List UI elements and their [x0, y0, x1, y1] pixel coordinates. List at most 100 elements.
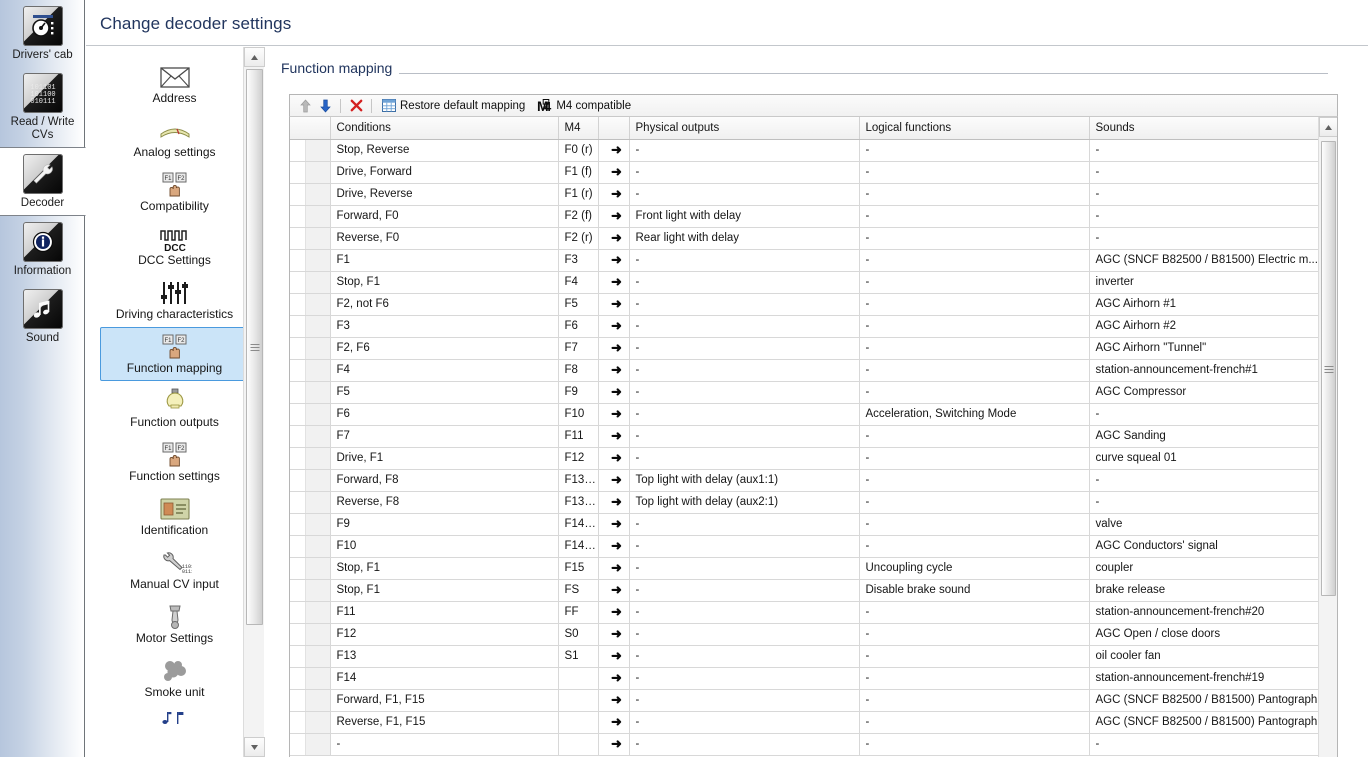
nav-item-dcc-settings[interactable]: DCC DCC Settings [100, 219, 250, 273]
cell-sounds[interactable]: brake release [1089, 579, 1320, 602]
nav-scrollbar[interactable] [243, 47, 265, 757]
table-row[interactable]: F14 ➜ - - station-announcement-french#19 [290, 667, 1320, 690]
cell-sounds[interactable]: station-announcement-french#1 [1089, 359, 1320, 382]
cell-logical-functions[interactable]: - [859, 381, 1090, 404]
cell-logical-functions[interactable]: - [859, 689, 1090, 712]
cell-sounds[interactable]: AGC Airhorn "Tunnel" [1089, 337, 1320, 360]
cell-sounds[interactable]: AGC Airhorn #1 [1089, 293, 1320, 316]
cell-conditions[interactable]: Drive, Reverse [330, 183, 559, 206]
table-row[interactable]: - ➜ - - - [290, 733, 1320, 756]
cell-physical-outputs[interactable]: - [629, 711, 860, 734]
move-up-icon[interactable] [295, 97, 315, 115]
cell-sounds[interactable]: coupler [1089, 557, 1320, 580]
table-row[interactable]: Stop, Reverse F0 (r) ➜ - - - [290, 139, 1320, 162]
cell-sounds[interactable]: - [1089, 205, 1320, 228]
cell-conditions[interactable]: Reverse, F0 [330, 227, 559, 250]
cell-m4[interactable]: F2 (f) [558, 205, 599, 228]
cell-m4[interactable]: F9 [558, 381, 599, 404]
row-selector-cell[interactable] [290, 161, 331, 184]
table-row[interactable]: Forward, F1, F15 ➜ - - AGC (SNCF B82500 / B8… [290, 689, 1320, 712]
cell-logical-functions[interactable]: - [859, 645, 1090, 668]
row-selector-cell[interactable] [290, 337, 331, 360]
row-selector-cell[interactable] [290, 139, 331, 162]
cell-m4[interactable] [558, 711, 599, 734]
cell-conditions[interactable]: Forward, F1, F15 [330, 689, 559, 712]
cell-conditions[interactable]: F5 [330, 381, 559, 404]
column-header-arrow[interactable] [598, 117, 630, 140]
cell-sounds[interactable]: station-announcement-french#20 [1089, 601, 1320, 624]
column-header-logical-functions[interactable]: Logical functions [859, 117, 1090, 140]
row-selector-cell[interactable] [290, 469, 331, 492]
row-selector-cell[interactable] [290, 535, 331, 558]
cell-sounds[interactable]: - [1089, 139, 1320, 162]
table-row[interactable]: Drive, Reverse F1 (r) ➜ - - - [290, 183, 1320, 206]
table-row[interactable]: Drive, Forward F1 (f) ➜ - - - [290, 161, 1320, 184]
table-scrollbar-thumb[interactable] [1321, 141, 1336, 596]
cell-physical-outputs[interactable]: - [629, 381, 860, 404]
cell-m4[interactable]: F6 [558, 315, 599, 338]
move-down-icon[interactable] [315, 97, 335, 115]
cell-physical-outputs[interactable]: - [629, 557, 860, 580]
cell-conditions[interactable]: Stop, Reverse [330, 139, 559, 162]
cell-sounds[interactable]: AGC Conductors' signal [1089, 535, 1320, 558]
cell-m4[interactable]: F1 (f) [558, 161, 599, 184]
cell-logical-functions[interactable]: Uncoupling cycle [859, 557, 1090, 580]
cell-logical-functions[interactable]: - [859, 667, 1090, 690]
cell-conditions[interactable]: Reverse, F1, F15 [330, 711, 559, 734]
cell-m4[interactable]: F2 (r) [558, 227, 599, 250]
nav-item-identification[interactable]: Identification [100, 489, 250, 543]
table-row[interactable]: F2, not F6 F5 ➜ - - AGC Airhorn #1 [290, 293, 1320, 316]
cell-physical-outputs[interactable]: - [629, 249, 860, 272]
row-selector-cell[interactable] [290, 623, 331, 646]
cell-sounds[interactable]: AGC Compressor [1089, 381, 1320, 404]
cell-m4[interactable] [558, 667, 599, 690]
column-header-select[interactable] [290, 117, 331, 140]
cell-logical-functions[interactable]: - [859, 205, 1090, 228]
table-row[interactable]: F3 F6 ➜ - - AGC Airhorn #2 [290, 315, 1320, 338]
cell-physical-outputs[interactable]: - [629, 667, 860, 690]
cell-physical-outputs[interactable]: - [629, 359, 860, 382]
row-selector-cell[interactable] [290, 557, 331, 580]
row-selector-cell[interactable] [290, 381, 331, 404]
cell-logical-functions[interactable]: - [859, 293, 1090, 316]
cell-conditions[interactable]: - [330, 733, 559, 756]
cell-conditions[interactable]: F2, F6 [330, 337, 559, 360]
module-item-drivers-cab[interactable]: Drivers' cab [0, 0, 85, 67]
cell-m4[interactable]: FF [558, 601, 599, 624]
cell-conditions[interactable]: F1 [330, 249, 559, 272]
cell-conditions[interactable]: Stop, F1 [330, 557, 559, 580]
cell-physical-outputs[interactable]: - [629, 733, 860, 756]
row-selector-cell[interactable] [290, 293, 331, 316]
cell-conditions[interactable]: Drive, Forward [330, 161, 559, 184]
table-row[interactable]: F6 F10 ➜ - Acceleration, Switching Mode - [290, 403, 1320, 426]
cell-conditions[interactable]: F2, not F6 [330, 293, 559, 316]
nav-item-motor-settings[interactable]: Motor Settings [100, 597, 250, 651]
cell-m4[interactable]: S0 [558, 623, 599, 646]
cell-logical-functions[interactable]: Acceleration, Switching Mode [859, 403, 1090, 426]
module-item-information[interactable]: Information [0, 216, 85, 283]
nav-item-function-settings[interactable]: F1 F2 Function settings [100, 435, 250, 489]
nav-item-compatibility[interactable]: F1 F2 Compatibility [100, 165, 250, 219]
cell-sounds[interactable]: AGC Open / close doors [1089, 623, 1320, 646]
cell-logical-functions[interactable]: - [859, 447, 1090, 470]
cell-physical-outputs[interactable]: - [629, 689, 860, 712]
cell-physical-outputs[interactable]: - [629, 601, 860, 624]
cell-conditions[interactable]: F6 [330, 403, 559, 426]
nav-item-function-outputs[interactable]: Function outputs [100, 381, 250, 435]
table-scroll-up-icon[interactable] [1319, 117, 1337, 137]
cell-m4[interactable]: S1 [558, 645, 599, 668]
nav-item-driving-characteristics[interactable]: Driving characteristics [100, 273, 250, 327]
cell-physical-outputs[interactable]: - [629, 271, 860, 294]
cell-physical-outputs[interactable]: - [629, 403, 860, 426]
cell-m4[interactable]: F15 [558, 557, 599, 580]
cell-physical-outputs[interactable]: Top light with delay (aux1:1) [629, 469, 860, 492]
cell-conditions[interactable]: Reverse, F8 [330, 491, 559, 514]
cell-logical-functions[interactable]: - [859, 315, 1090, 338]
row-selector-cell[interactable] [290, 645, 331, 668]
row-selector-cell[interactable] [290, 733, 331, 756]
column-header-conditions[interactable]: Conditions [330, 117, 559, 140]
column-header-sounds[interactable]: Sounds [1089, 117, 1320, 140]
cell-m4[interactable]: F8 [558, 359, 599, 382]
cell-sounds[interactable]: valve [1089, 513, 1320, 536]
cell-conditions[interactable]: F3 [330, 315, 559, 338]
